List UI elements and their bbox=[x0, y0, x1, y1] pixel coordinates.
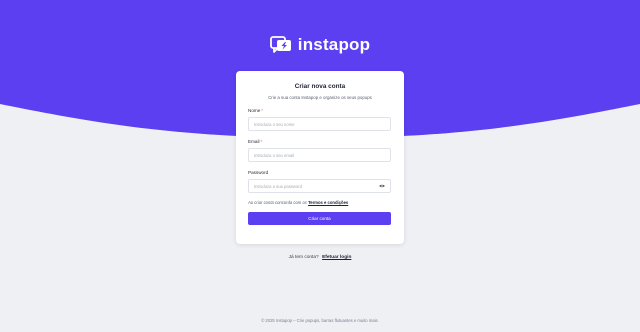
required-marker: * bbox=[260, 139, 263, 144]
footer-copyright: © 2025 Instapop – Crie popups, barras fl… bbox=[261, 318, 379, 323]
login-prompt: Já tem conta? Efetuar login bbox=[288, 255, 352, 260]
signup-card: Criar nova conta Crie a sua conta Instap… bbox=[236, 71, 404, 244]
name-input[interactable]: Introduza o seu nome bbox=[248, 117, 391, 131]
password-placeholder: Introduza a sua password bbox=[254, 183, 302, 189]
required-marker: * bbox=[261, 108, 264, 113]
chat-bubble-bolt-icon bbox=[269, 36, 291, 53]
name-field: Nome* Introduza o seu nome bbox=[248, 108, 392, 131]
eye-icon[interactable] bbox=[379, 184, 385, 188]
name-label: Nome* bbox=[248, 108, 264, 113]
password-label: Password bbox=[248, 170, 269, 175]
login-link[interactable]: Efetuar login bbox=[322, 255, 351, 260]
email-input[interactable]: Introduza o seu email bbox=[248, 148, 391, 162]
email-field: Email* Introduza o seu email bbox=[248, 139, 392, 162]
terms-notice: Ao criar conta concorda com os Termos e … bbox=[248, 200, 349, 205]
email-placeholder: Introduza o seu email bbox=[254, 152, 295, 158]
email-label: Email* bbox=[248, 139, 263, 144]
password-field: Password Introduza a sua password bbox=[248, 170, 392, 193]
password-input[interactable]: Introduza a sua password bbox=[248, 179, 391, 193]
create-account-button[interactable]: Criar conta bbox=[248, 212, 391, 225]
terms-link[interactable]: Termos e condições bbox=[308, 200, 348, 205]
name-placeholder: Introduza o seu nome bbox=[254, 121, 295, 127]
brand-logo[interactable]: instapop bbox=[0, 35, 640, 55]
card-subtitle: Crie a sua conta Instapop e organize os … bbox=[268, 95, 372, 100]
brand-name: instapop bbox=[297, 35, 371, 54]
card-title: Criar nova conta bbox=[294, 83, 346, 90]
